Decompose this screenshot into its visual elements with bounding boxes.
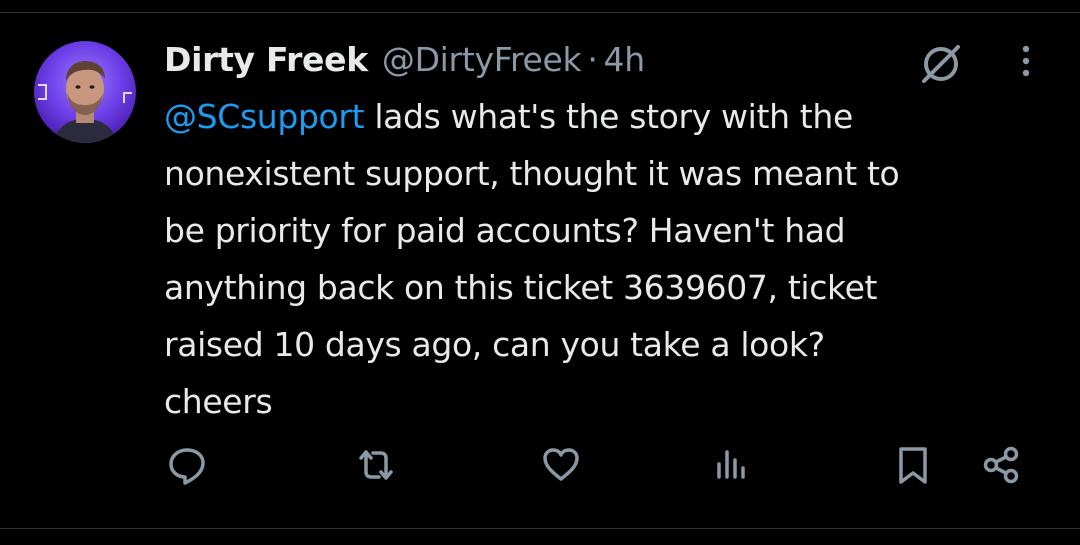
like-icon <box>543 448 579 481</box>
like-button[interactable] <box>538 442 584 488</box>
share-icon <box>983 446 1019 484</box>
bookmark-button[interactable] <box>890 442 936 488</box>
bottom-divider <box>0 528 1080 529</box>
retweet-button[interactable] <box>353 442 399 488</box>
grok-icon[interactable] <box>918 40 964 86</box>
author-display-name[interactable]: Dirty Freek <box>164 40 368 79</box>
tweet-timestamp[interactable]: 4h <box>604 40 646 79</box>
views-icon <box>717 450 745 479</box>
tweet-text: @SCsupport lads what's the story with th… <box>164 88 1044 430</box>
reply-icon <box>169 448 205 485</box>
share-button[interactable] <box>978 442 1024 488</box>
tweet-text-line: raised 10 days ago, can you take a look? <box>164 325 825 364</box>
retweet-icon <box>359 450 393 480</box>
reply-button[interactable] <box>164 442 210 488</box>
tweet-text-line: nonexistent support, thought it was mean… <box>164 154 900 193</box>
top-divider <box>0 12 1080 13</box>
tweet-text-line: cheers <box>164 382 273 421</box>
tweet-text-line: anything back on this ticket 3639607, ti… <box>164 268 878 307</box>
mention-link[interactable]: @SCsupport <box>164 97 365 136</box>
tweet-text-line: be priority for paid accounts? Haven't h… <box>164 211 846 250</box>
bookmark-icon <box>899 447 927 484</box>
tweet-header: Dirty Freek @DirtyFreek · 4h <box>164 34 645 84</box>
separator-dot: · <box>587 39 598 79</box>
tweet-text-segment: lads what's the story with the <box>364 97 853 136</box>
tweet-text-line: @SCsupport lads what's the story with th… <box>164 88 1044 145</box>
views-button[interactable] <box>708 442 754 488</box>
avatar[interactable] <box>34 41 136 143</box>
author-handle[interactable]: @DirtyFreek <box>382 40 582 79</box>
avatar-image <box>34 41 136 143</box>
more-options-icon[interactable] <box>1008 42 1044 82</box>
